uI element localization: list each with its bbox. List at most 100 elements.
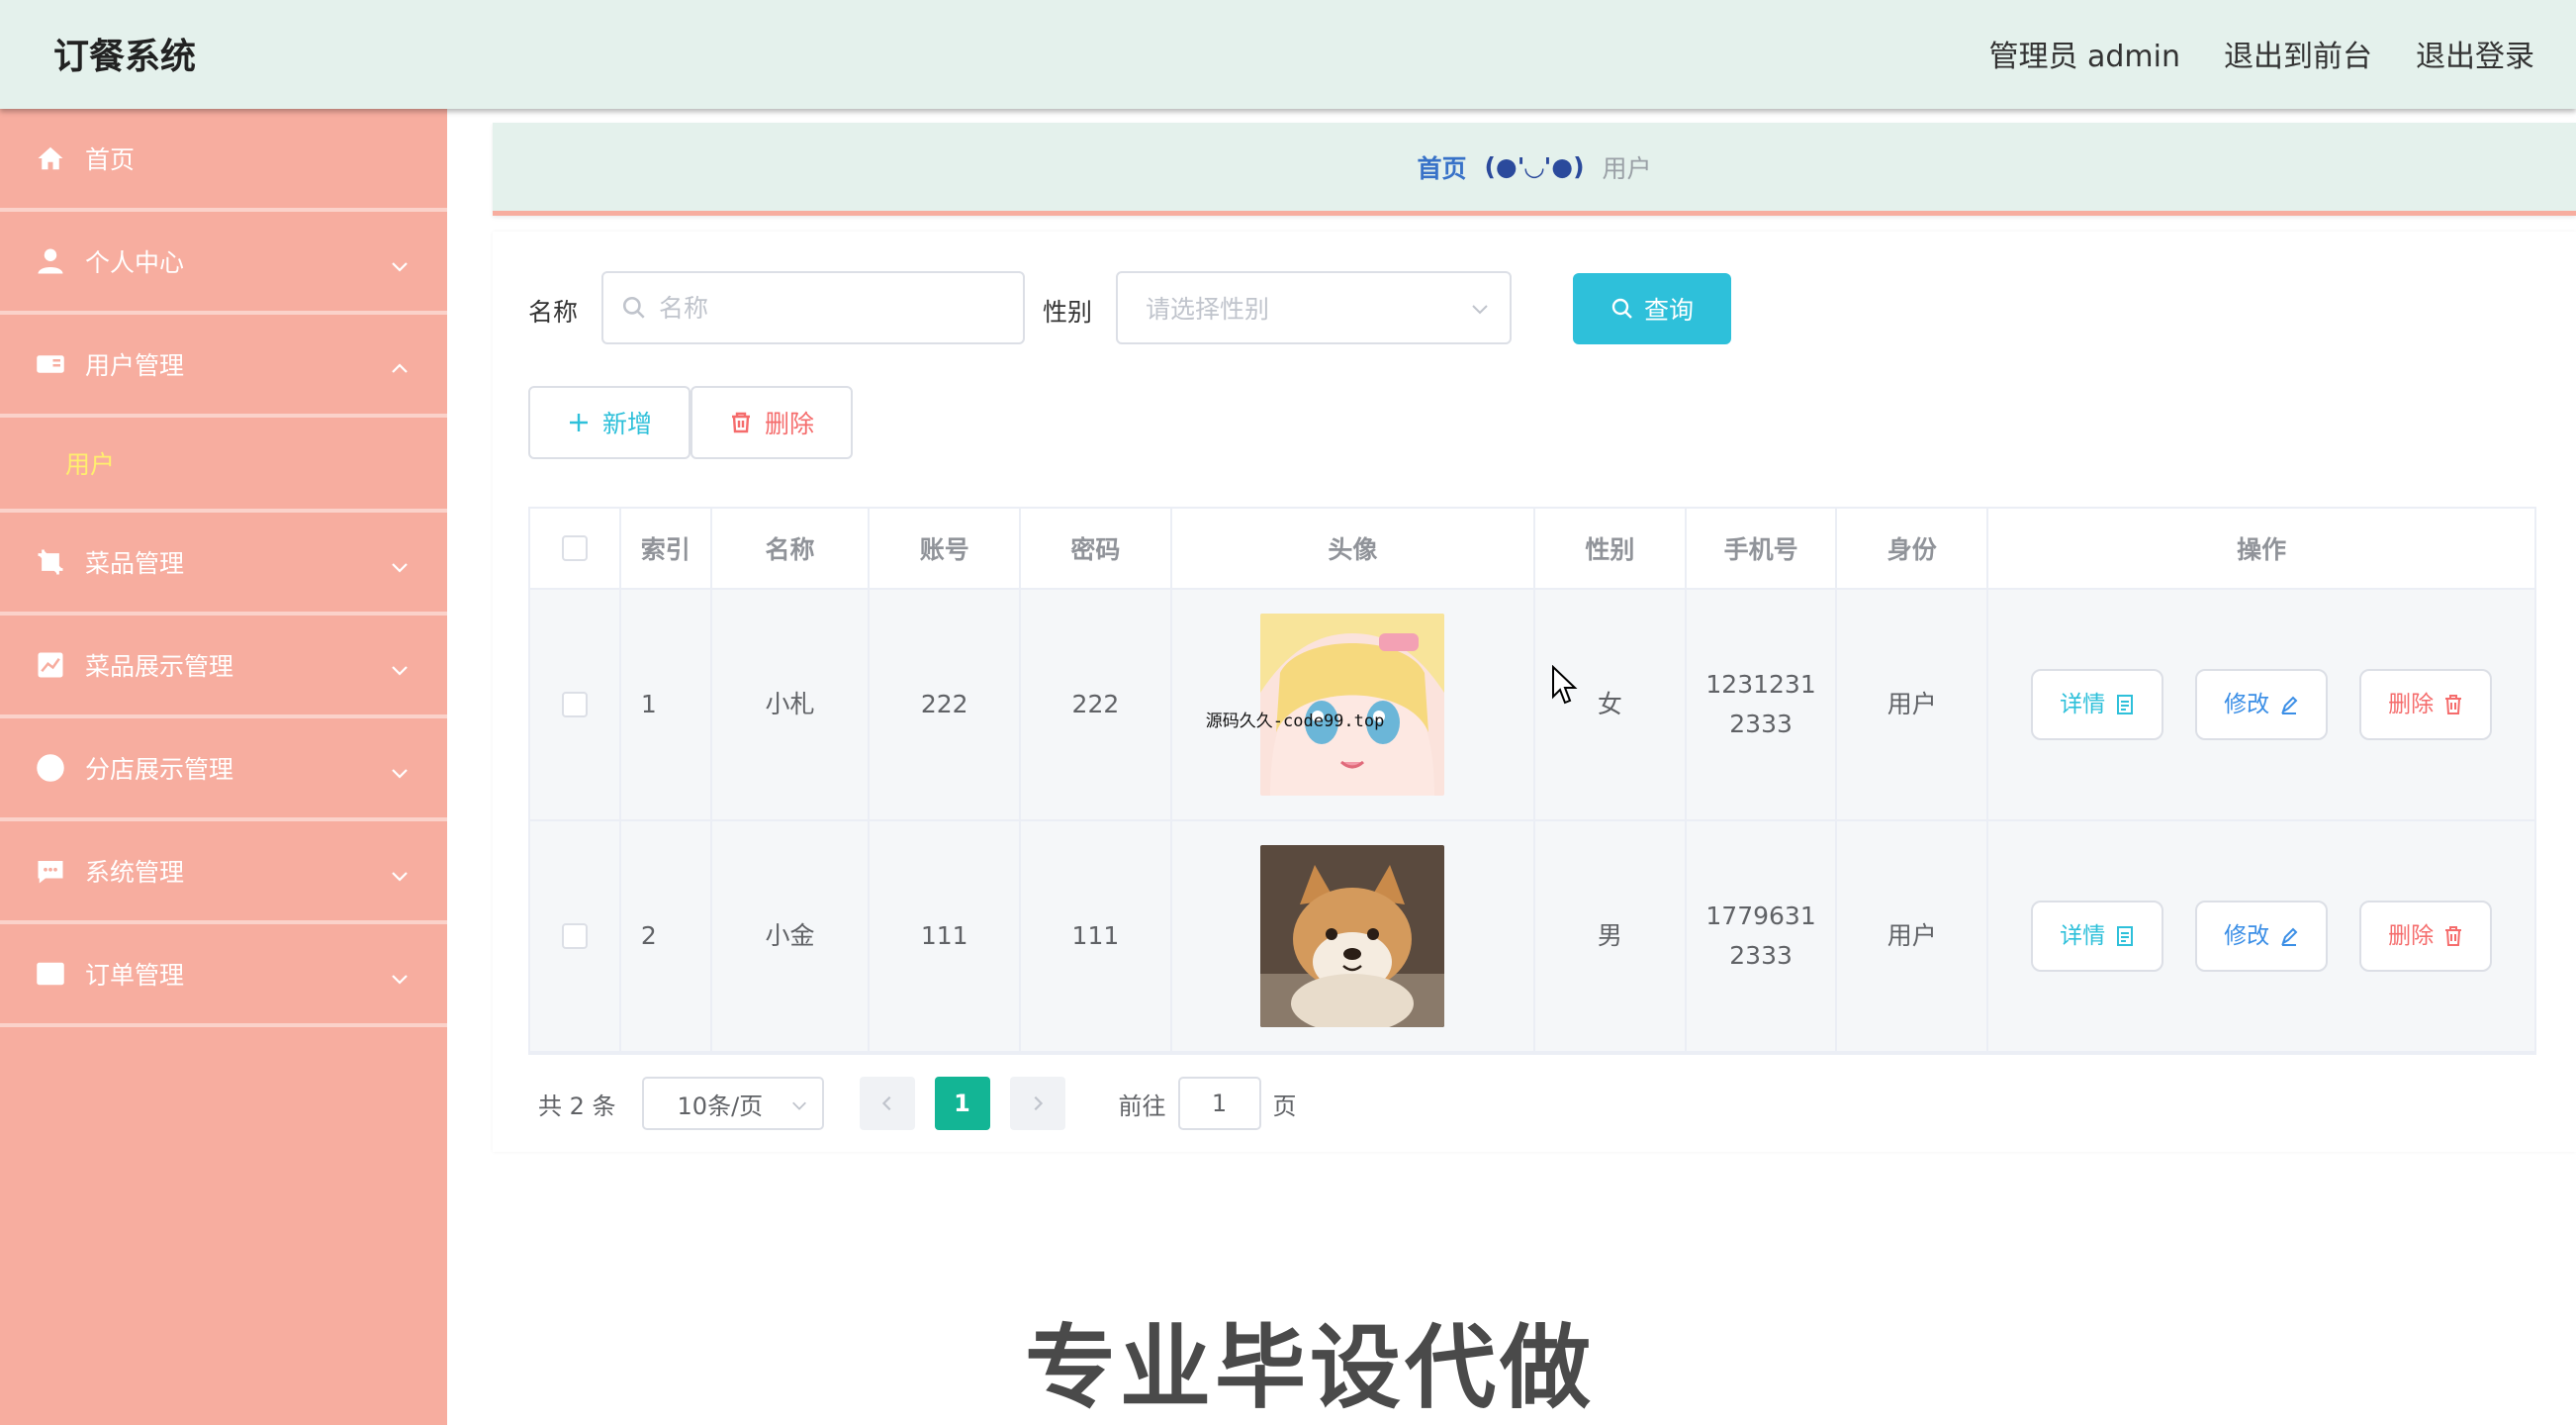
sidebar-item-label: 订单管理 (85, 961, 185, 990)
document-icon (2115, 925, 2135, 947)
chevron-down-icon (390, 760, 410, 780)
detail-button[interactable]: 详情 (2031, 669, 2164, 740)
sidebar-item-dish-display-management[interactable]: 菜品展示管理 (0, 616, 447, 718)
detail-button-label: 详情 (2060, 922, 2106, 949)
batch-delete-button[interactable]: 删除 (690, 386, 853, 459)
gender-select-placeholder: 请选择性别 (1146, 295, 1270, 324)
phone-cell: 1779631 2333 (1687, 821, 1838, 1051)
table-header: 索引 名称 账号 密码 头像 性别 手机号 身份 操作 (530, 509, 2534, 590)
password-cell: 111 (1021, 821, 1172, 1051)
column-header: 身份 (1837, 509, 1989, 588)
sidebar-item-label: 首页 (85, 145, 136, 174)
next-page-button[interactable] (1009, 1077, 1065, 1130)
column-header: 名称 (712, 509, 871, 588)
delete-button-label: 删除 (2388, 922, 2435, 949)
chevron-down-icon (390, 966, 410, 986)
column-header: 操作 (2237, 535, 2287, 564)
shiba-dog-avatar (1260, 845, 1445, 1027)
query-button[interactable]: 查询 (1573, 273, 1731, 344)
delete-button[interactable]: 删除 (2359, 901, 2493, 972)
edit-button[interactable]: 修改 (2195, 901, 2329, 972)
row-checkbox[interactable] (561, 923, 588, 949)
page-size-value: 10条/页 (677, 1092, 764, 1120)
sidebar-item-label: 用户管理 (85, 351, 185, 380)
trash-icon (2443, 925, 2463, 947)
edit-icon (2279, 925, 2299, 947)
sidebar-item-label: 个人中心 (85, 248, 185, 277)
column-header: 密码 (1021, 509, 1172, 588)
chevron-down-icon (390, 554, 410, 574)
breadcrumb-home[interactable]: 首页 (1417, 149, 1466, 185)
sidebar-item-home[interactable]: 首页 (0, 109, 447, 212)
role-cell: 用户 (1837, 821, 1989, 1051)
user-table: 索引 名称 账号 密码 头像 性别 手机号 身份 操作 1 小札 222 222 (528, 507, 2536, 1055)
sidebar: 首页 个人中心 用户管理 用户 菜品管理 菜品展示管理 分店展示管理 系统管理 … (0, 109, 447, 1425)
gender-filter-label: 性别 (1043, 298, 1093, 327)
top-links: 管理员 admin 退出到前台 退出登录 (1988, 32, 2534, 75)
page-suffix: 页 (1272, 1092, 1297, 1120)
page-number-current[interactable]: 1 (934, 1077, 990, 1130)
delete-button-label: 删除 (2388, 691, 2435, 717)
overlay-watermark-text: 专业毕设代做 (1023, 1314, 1596, 1423)
chevron-up-icon (390, 356, 410, 376)
chevron-down-icon (390, 253, 410, 273)
select-all-checkbox[interactable] (561, 535, 588, 561)
gender-select[interactable]: 请选择性别 (1116, 271, 1512, 344)
pagination-total: 共 2 条 (538, 1092, 616, 1120)
logout-link[interactable]: 退出登录 (2416, 32, 2534, 75)
search-icon (621, 295, 647, 321)
sidebar-item-label: 菜品展示管理 (85, 652, 234, 681)
add-button[interactable]: 新增 (528, 386, 690, 459)
edit-button[interactable]: 修改 (2195, 669, 2329, 740)
batch-delete-button-label: 删除 (764, 410, 814, 438)
sidebar-item-system-management[interactable]: 系统管理 (0, 821, 447, 924)
delete-button[interactable]: 删除 (2359, 669, 2493, 740)
sidebar-subitem-user[interactable]: 用户 (0, 418, 447, 513)
actions-cell: 详情 修改 删除 (1988, 590, 2534, 819)
name-cell: 小札 (712, 590, 871, 819)
phone-line: 2333 (1729, 710, 1793, 738)
sidebar-item-personal-center[interactable]: 个人中心 (0, 212, 447, 315)
chevron-down-icon (1470, 299, 1490, 319)
table-row: 1 小札 222 222 源码久久-code99.top 女 1231231 2… (530, 590, 2534, 821)
column-header: 头像 (1172, 509, 1536, 588)
edit-icon (2279, 694, 2299, 715)
chart-icon (36, 650, 65, 680)
add-button-label: 新增 (601, 410, 652, 438)
name-cell: 小金 (712, 821, 871, 1051)
goto-page-input[interactable] (1177, 1077, 1261, 1130)
home-icon (36, 143, 65, 173)
column-header: 性别 (1535, 509, 1687, 588)
trash-icon (729, 411, 753, 434)
breadcrumb: 首页 (●'◡'●) 用户 (493, 123, 2576, 216)
row-checkbox[interactable] (561, 692, 588, 717)
avatar-cell: 源码久久-code99.top (1172, 590, 1536, 819)
phone-line: 2333 (1729, 941, 1793, 970)
avatar-cell (1172, 821, 1536, 1051)
search-icon (1610, 297, 1634, 321)
trash-icon (2443, 694, 2463, 715)
chevron-down-icon (390, 657, 410, 677)
name-search-input[interactable] (659, 293, 1023, 323)
sidebar-item-label: 菜品管理 (85, 549, 185, 578)
prev-page-button[interactable] (859, 1077, 915, 1130)
phone-cell: 1231231 2333 (1687, 590, 1838, 819)
password-cell: 222 (1021, 590, 1172, 819)
sidebar-item-branch-display-management[interactable]: 分店展示管理 (0, 718, 447, 821)
sidebar-item-user-management[interactable]: 用户管理 (0, 315, 447, 418)
content-panel: 名称 性别 请选择性别 查询 新增 (493, 232, 2576, 1152)
anime-girl-avatar (1260, 614, 1445, 796)
sidebar-item-order-management[interactable]: 订单管理 (0, 924, 447, 1027)
crop-icon (36, 547, 65, 577)
user-icon (36, 246, 65, 276)
column-header: 索引 (621, 509, 712, 588)
gender-cell: 男 (1535, 821, 1687, 1051)
sidebar-item-dish-management[interactable]: 菜品管理 (0, 513, 447, 616)
detail-button[interactable]: 详情 (2031, 901, 2164, 972)
role-cell: 用户 (1837, 590, 1989, 819)
main-content: 首页 (●'◡'●) 用户 名称 性别 请选择性别 查询 (447, 109, 2576, 1425)
page-size-select[interactable]: 10条/页 (641, 1077, 824, 1130)
phone-line: 1231231 (1705, 670, 1816, 699)
exit-to-front-link[interactable]: 退出到前台 (2224, 32, 2372, 75)
message-icon (36, 856, 65, 886)
